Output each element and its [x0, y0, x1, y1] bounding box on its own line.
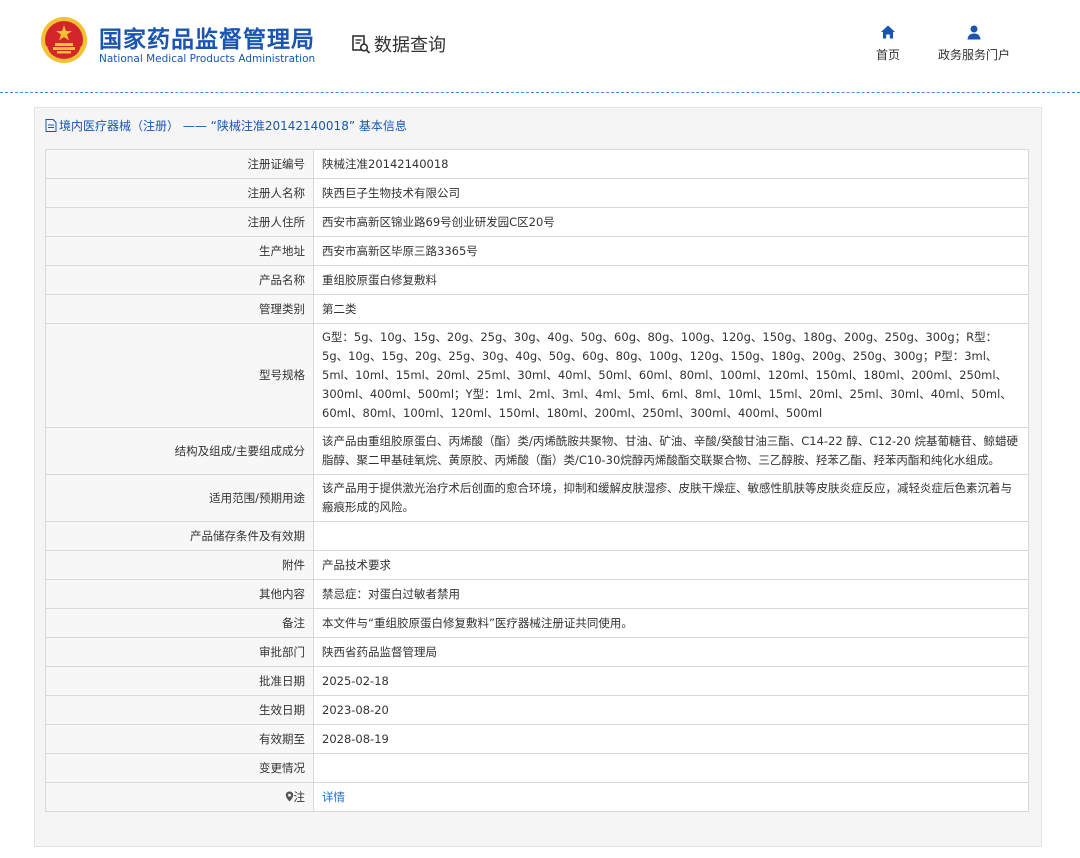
row-label: 有效期至	[45, 724, 314, 754]
nav-home-label: 首页	[875, 48, 900, 62]
row-label: 生效日期	[45, 695, 314, 725]
table-row: 注册人住所 西安市高新区锦业路69号创业研发园C区20号	[45, 207, 1029, 237]
approval-department: 陕西省药品监督管理局	[313, 637, 1029, 667]
panel-title: 境内医疗器械（注册） —— “陕械注准20142140018” 基本信息	[45, 117, 407, 134]
row-label: 审批部门	[45, 637, 314, 667]
row-label: 附件	[45, 550, 314, 580]
device-info-panel: 境内医疗器械（注册） —— “陕械注准20142140018” 基本信息 注册证…	[34, 107, 1042, 847]
details-link[interactable]: 详情	[322, 790, 345, 804]
table-row: 产品名称 重组胶原蛋白修复敷料	[45, 265, 1029, 295]
row-label: 变更情况	[45, 753, 314, 783]
row-label: 注册人住所	[45, 207, 314, 237]
row-label: 其他内容	[45, 579, 314, 609]
table-row: 备注 本文件与“重组胶原蛋白修复敷料”医疗器械注册证共同使用。	[45, 608, 1029, 638]
document-icon	[45, 119, 57, 132]
manufacturing-address: 西安市高新区毕原三路3365号	[313, 236, 1029, 266]
note-label-cell: 注	[45, 782, 314, 812]
approval-date: 2025-02-18	[313, 666, 1029, 696]
row-label: 产品名称	[45, 265, 314, 295]
other-content: 禁忌症：对蛋白过敏者禁用	[313, 579, 1029, 609]
row-label: 结构及组成/主要组成成分	[45, 427, 314, 475]
row-label: 产品储存条件及有效期	[45, 521, 314, 551]
data-query-label: 数据查询	[374, 35, 446, 56]
table-row: 批准日期 2025-02-18	[45, 666, 1029, 696]
model-specification: G型：5g、10g、15g、20g、25g、30g、40g、50g、60g、80…	[313, 323, 1029, 428]
table-row: 生产地址 西安市高新区毕原三路3365号	[45, 236, 1029, 266]
effective-date: 2023-08-20	[313, 695, 1029, 725]
table-row: 注册人名称 陕西巨子生物技术有限公司	[45, 178, 1029, 208]
row-label: 型号规格	[45, 323, 314, 428]
intended-use: 该产品用于提供激光治疗术后创面的愈合环境，抑制和缓解皮肤湿疹、皮肤干燥症、敏感性…	[313, 474, 1029, 522]
row-label: 备注	[45, 608, 314, 638]
pin-icon	[285, 791, 293, 801]
brand-title-en: National Medical Products Administration	[99, 53, 316, 65]
table-row: 适用范围/预期用途 该产品用于提供激光治疗术后创面的愈合环境，抑制和缓解皮肤湿疹…	[45, 474, 1029, 522]
attachment: 产品技术要求	[313, 550, 1029, 580]
table-row: 生效日期 2023-08-20	[45, 695, 1029, 725]
management-category: 第二类	[313, 294, 1029, 324]
note-cell: 详情	[313, 782, 1029, 812]
brand-title-cn: 国家药品监督管理局	[99, 27, 315, 53]
nav-home[interactable]: 首页	[868, 24, 908, 63]
site-header: 国家药品监督管理局 National Medical Products Admi…	[0, 0, 1080, 92]
row-label: 注册证编号	[45, 149, 314, 179]
table-row: 管理类别 第二类	[45, 294, 1029, 324]
registration-number: 陕械注准20142140018	[313, 149, 1029, 179]
table-row: 产品储存条件及有效期	[45, 521, 1029, 551]
row-label: 注册人名称	[45, 178, 314, 208]
home-icon	[881, 25, 895, 39]
product-name: 重组胶原蛋白修复敷料	[313, 265, 1029, 295]
header-divider	[0, 92, 1080, 93]
table-row: 附件 产品技术要求	[45, 550, 1029, 580]
data-query-link[interactable]: 数据查询	[351, 31, 446, 57]
row-label: 管理类别	[45, 294, 314, 324]
row-label: 适用范围/预期用途	[45, 474, 314, 522]
nav-service-portal[interactable]: 政务服务门户	[932, 24, 1016, 63]
table-row: 审批部门 陕西省药品监督管理局	[45, 637, 1029, 667]
table-row: 型号规格 G型：5g、10g、15g、20g、25g、30g、40g、50g、6…	[45, 323, 1029, 428]
storage-conditions	[313, 521, 1029, 551]
table-row: 注册证编号 陕械注准20142140018	[45, 149, 1029, 179]
document-search-icon	[352, 35, 371, 54]
table-row: 有效期至 2028-08-19	[45, 724, 1029, 754]
table-row: 注 详情	[45, 782, 1029, 812]
remark: 本文件与“重组胶原蛋白修复敷料”医疗器械注册证共同使用。	[313, 608, 1029, 638]
table-row: 变更情况	[45, 753, 1029, 783]
registrant-name: 陕西巨子生物技术有限公司	[313, 178, 1029, 208]
expiry-date: 2028-08-19	[313, 724, 1029, 754]
device-info-table: 注册证编号 陕械注准20142140018 注册人名称 陕西巨子生物技术有限公司…	[45, 149, 1029, 812]
change-history	[313, 753, 1029, 783]
table-row: 其他内容 禁忌症：对蛋白过敏者禁用	[45, 579, 1029, 609]
user-icon	[967, 25, 981, 40]
row-label: 生产地址	[45, 236, 314, 266]
composition: 该产品由重组胶原蛋白、丙烯酸（酯）类/丙烯酰胺共聚物、甘油、矿油、辛酸/癸酸甘油…	[313, 427, 1029, 475]
table-row: 结构及组成/主要组成成分 该产品由重组胶原蛋白、丙烯酸（酯）类/丙烯酰胺共聚物、…	[45, 427, 1029, 475]
row-label: 批准日期	[45, 666, 314, 696]
panel-title-text: 境内医疗器械（注册） —— “陕械注准20142140018” 基本信息	[59, 119, 407, 133]
row-label: 注	[293, 789, 306, 804]
nav-service-portal-label: 政务服务门户	[937, 48, 1010, 62]
registrant-address: 西安市高新区锦业路69号创业研发园C区20号	[313, 207, 1029, 237]
national-emblem-icon	[41, 17, 87, 63]
